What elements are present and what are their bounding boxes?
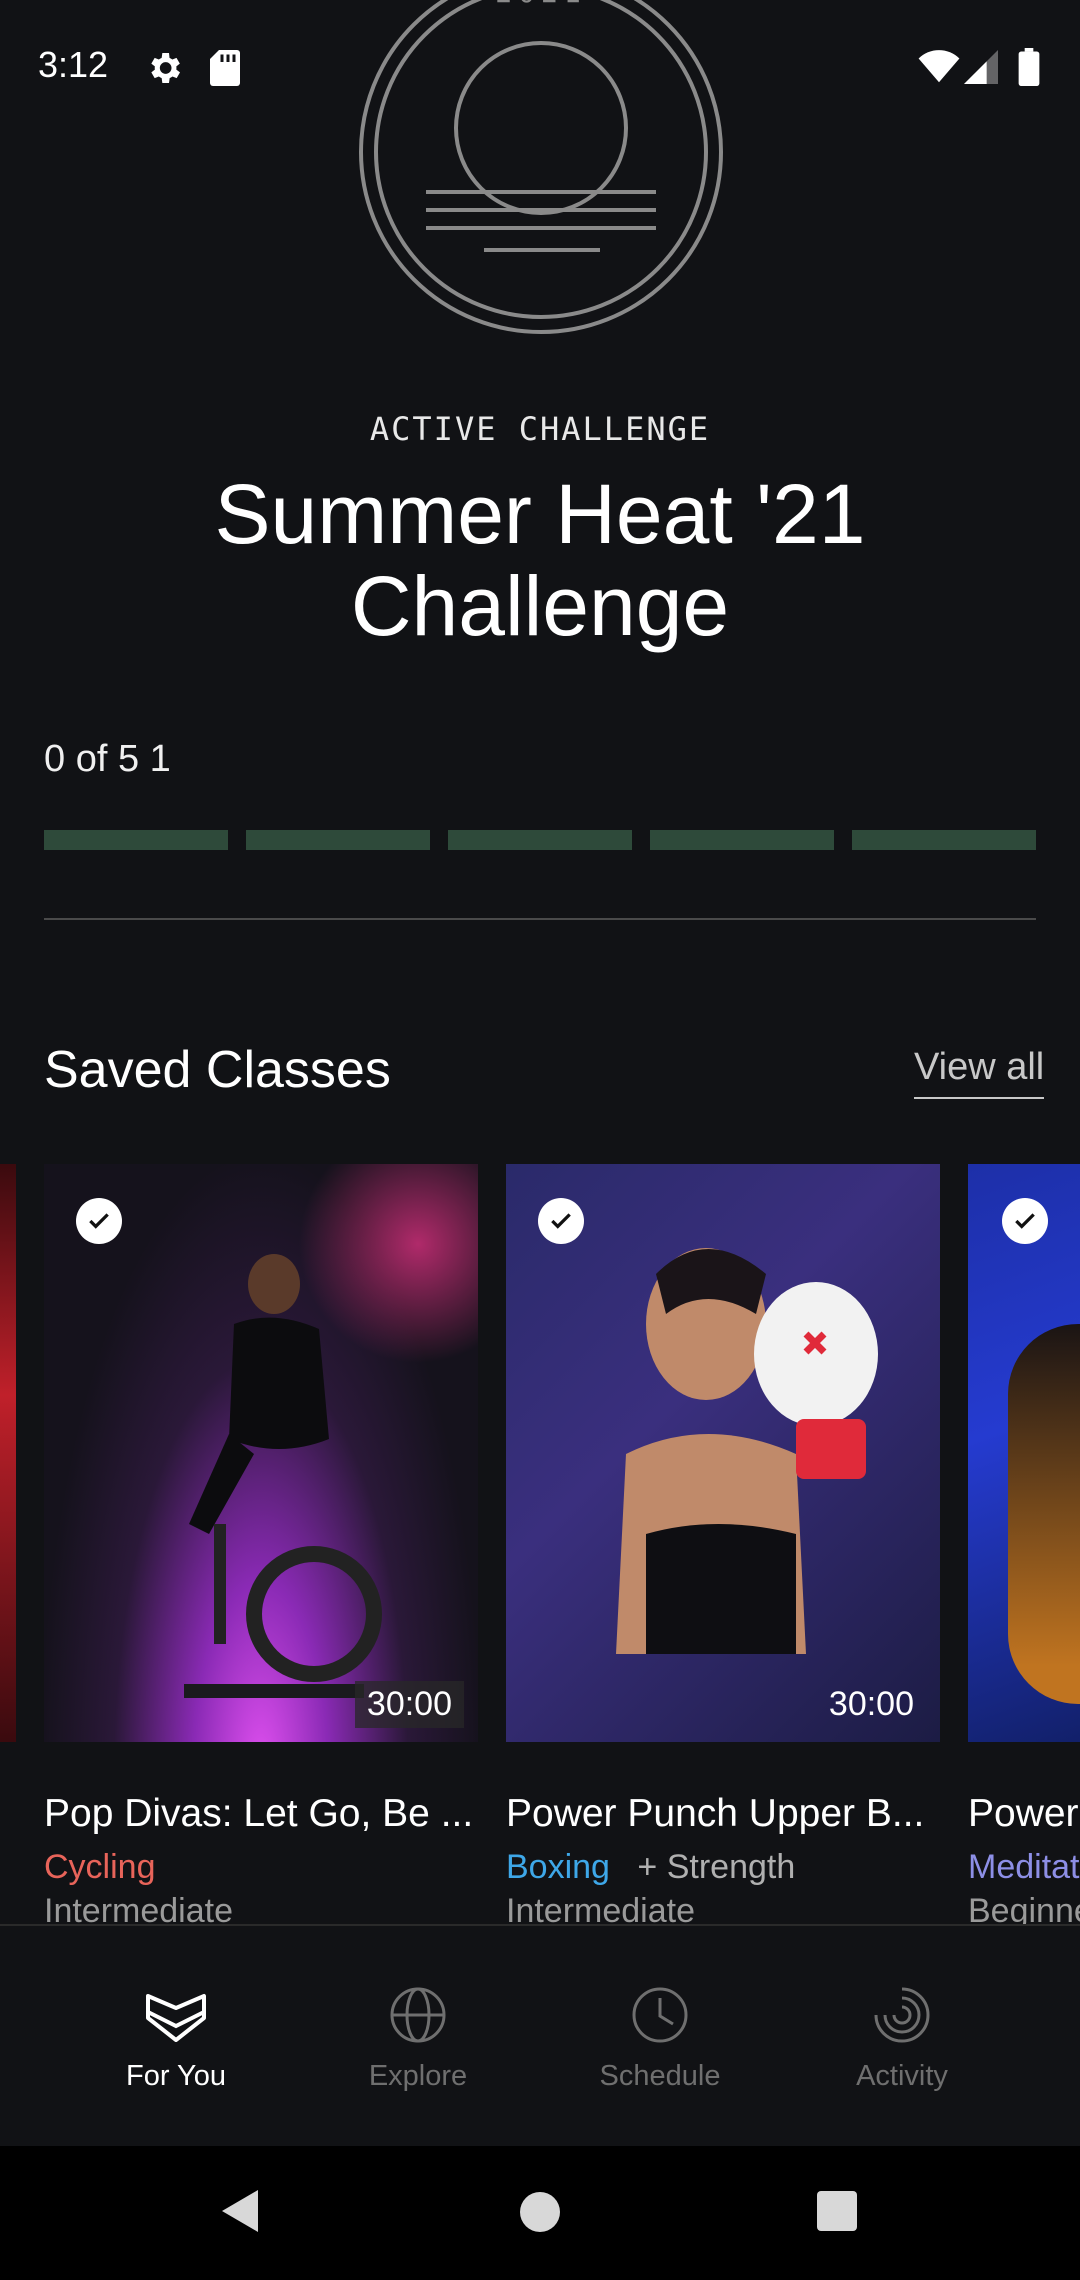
challenge-progress-bar xyxy=(44,830,1036,850)
settings-gear-icon xyxy=(151,53,180,83)
battery-icon xyxy=(1018,48,1040,86)
class-card-thumbnail[interactable]: 30:00 xyxy=(44,1164,478,1742)
progress-segment xyxy=(246,830,430,850)
saved-check-icon[interactable] xyxy=(538,1198,584,1244)
challenge-progress-text: 0 of 5 1 xyxy=(44,738,171,780)
class-category: Boxing xyxy=(506,1848,610,1886)
back-icon[interactable] xyxy=(218,2188,262,2234)
class-category: Meditat xyxy=(968,1848,1080,1886)
tab-label: Explore xyxy=(368,2060,468,2092)
heart-shield-icon xyxy=(146,1994,206,2042)
saved-check-icon[interactable] xyxy=(1002,1198,1048,1244)
challenge-title-line2: Challenge xyxy=(350,559,730,653)
progress-segment xyxy=(448,830,632,850)
activity-ring-icon xyxy=(874,1987,930,2043)
recents-icon[interactable] xyxy=(816,2190,858,2232)
system-navigation-bar xyxy=(0,2146,1080,2280)
clock-icon xyxy=(632,1987,688,2043)
instructor-cycling-silhouette xyxy=(184,1254,382,1698)
saved-check-icon[interactable] xyxy=(76,1198,122,1244)
class-thumbnail-partial[interactable] xyxy=(0,1164,16,1742)
tab-label: For You xyxy=(126,2060,226,2092)
class-card-thumbnail[interactable]: 30:00 xyxy=(506,1164,940,1742)
challenge-title-line1: Summer Heat '21 xyxy=(214,467,866,561)
tab-label: Activity xyxy=(856,2060,948,2092)
class-extra-category: + Strength xyxy=(637,1848,796,1886)
globe-icon xyxy=(390,1987,446,2043)
instructor-boxing-silhouette xyxy=(616,1248,878,1654)
class-duration: 30:00 xyxy=(828,1685,914,1723)
class-title[interactable]: Pop Divas: Let Go, Be ... xyxy=(44,1792,473,1836)
tab-label: Schedule xyxy=(599,2060,721,2092)
sd-card-icon xyxy=(210,50,240,86)
tab-activity[interactable]: Activity xyxy=(802,1986,1002,2093)
progress-segment xyxy=(650,830,834,850)
progress-segment xyxy=(44,830,228,850)
class-duration: 30:00 xyxy=(354,1681,464,1728)
class-title[interactable]: Power Punch Upper B... xyxy=(506,1792,924,1836)
progress-segment xyxy=(852,830,1036,850)
bottom-tab-bar: For You Explore Schedule Activity xyxy=(0,1924,1080,2148)
cell-signal-icon xyxy=(964,50,998,84)
badge-year-text: 2021 xyxy=(495,0,586,9)
challenge-badge-logo: 2021 xyxy=(359,0,723,334)
section-divider xyxy=(44,918,1036,920)
challenge-eyebrow: ACTIVE CHALLENGE xyxy=(369,410,711,448)
tab-for-you[interactable]: For You xyxy=(76,1986,276,2093)
saved-classes-heading: Saved Classes xyxy=(44,1041,391,1099)
class-category: Cycling xyxy=(44,1848,156,1886)
view-all-link[interactable]: View all xyxy=(914,1046,1045,1099)
home-icon[interactable] xyxy=(518,2190,562,2234)
status-time: 3:12 xyxy=(38,44,109,85)
wifi-icon xyxy=(918,50,960,83)
class-title[interactable]: Power xyxy=(968,1792,1080,1836)
tab-explore[interactable]: Explore xyxy=(318,1986,518,2093)
tab-schedule[interactable]: Schedule xyxy=(560,1986,760,2093)
challenge-title[interactable]: Summer Heat '21 Challenge xyxy=(0,468,1080,652)
class-card-thumbnail[interactable] xyxy=(968,1164,1080,1742)
